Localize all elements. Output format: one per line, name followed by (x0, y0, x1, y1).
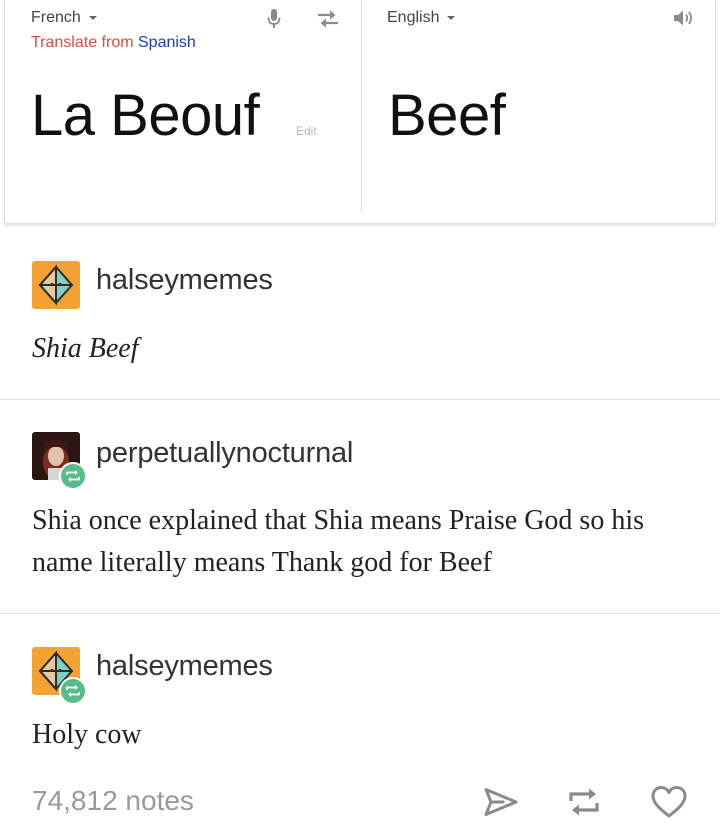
avatar-wrapper (32, 647, 87, 705)
edit-link[interactable]: Edit (296, 124, 317, 138)
chevron-down-icon (88, 16, 97, 20)
post-body: Shia once explained that Shia means Prai… (32, 505, 644, 578)
post-username[interactable]: perpetuallynocturnal (96, 437, 353, 470)
translate-from-prefix: Translate from (31, 34, 134, 51)
translate-from-suggestion: Translate from Spanish (31, 34, 196, 52)
avatar-wrapper (32, 432, 87, 490)
post-username[interactable]: halseymemes (96, 650, 273, 683)
post-username[interactable]: halseymemes (96, 264, 273, 297)
avatar-wrapper (32, 261, 80, 309)
translated-text: Beef (388, 83, 506, 148)
chevron-down-icon (447, 16, 456, 20)
post-body: Shia Beef (32, 333, 139, 364)
translate-widget: French Translate from Spanish La Beouf E… (4, 0, 716, 224)
source-text[interactable]: La Beouf (31, 82, 260, 149)
translate-from-language-link[interactable]: Spanish (138, 34, 196, 51)
like-icon[interactable] (649, 783, 689, 821)
post-body: Holy cow (32, 719, 142, 750)
notes-count[interactable]: 74,812 notes (32, 785, 194, 817)
reblog-badge (59, 677, 87, 705)
avatar[interactable] (32, 261, 80, 309)
post-divider (0, 399, 720, 400)
source-language-select[interactable]: French (31, 9, 97, 27)
target-language-select[interactable]: English (387, 9, 456, 27)
post-divider (0, 613, 720, 614)
speaker-icon[interactable] (669, 4, 699, 32)
reblog-icon[interactable] (564, 783, 604, 821)
microphone-icon[interactable] (261, 4, 287, 34)
pane-divider (361, 0, 362, 212)
target-language-label: English (387, 9, 440, 26)
reblog-badge (59, 462, 87, 490)
share-icon[interactable] (481, 783, 521, 821)
source-language-label: French (31, 9, 81, 26)
swap-languages-icon[interactable] (311, 4, 345, 34)
